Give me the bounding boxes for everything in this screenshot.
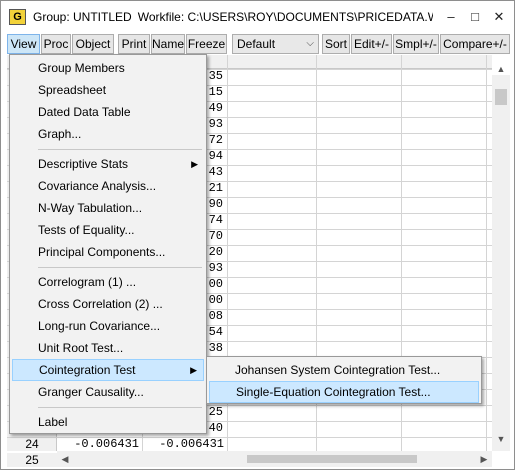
restore-button[interactable]: □ xyxy=(465,7,485,27)
horizontal-scrollbar[interactable]: ◀ ▶ xyxy=(57,451,492,467)
menu-item-correlogram[interactable]: Correlogram (1) ... xyxy=(12,271,204,293)
submenu-arrow-icon: ▶ xyxy=(190,365,197,375)
name-button[interactable]: Name xyxy=(151,34,185,54)
toolbar: View Proc Object Print Name Freeze Defau… xyxy=(7,34,510,55)
menu-item-tests-of-equality[interactable]: Tests of Equality... xyxy=(12,219,204,241)
compare-toggle-button[interactable]: Compare+/- xyxy=(440,34,510,54)
menu-item-covariance-analysis[interactable]: Covariance Analysis... xyxy=(12,175,204,197)
horizontal-scroll-thumb[interactable] xyxy=(247,455,417,463)
menu-item-cross-correlation[interactable]: Cross Correlation (2) ... xyxy=(12,293,204,315)
cointegration-submenu: Johansen System Cointegration Test... Si… xyxy=(206,356,482,404)
view-menu: Group Members Spreadsheet Dated Data Tab… xyxy=(9,54,207,434)
menu-item-group-members[interactable]: Group Members xyxy=(12,57,204,79)
sort-button[interactable]: Sort xyxy=(322,34,350,54)
row-number: 24 xyxy=(25,437,39,451)
menu-item-graph[interactable]: Graph... xyxy=(12,123,204,145)
row-number: 25 xyxy=(7,453,57,467)
grid-cell[interactable]: -0.006431 xyxy=(144,437,224,451)
menu-item-descriptive-stats[interactable]: Descriptive Stats ▶ xyxy=(12,153,204,175)
scroll-down-icon[interactable]: ▼ xyxy=(492,431,510,447)
menu-item-cointegration-test[interactable]: Cointegration Test ▶ xyxy=(12,359,204,381)
print-button[interactable]: Print xyxy=(118,34,150,54)
edit-toggle-button[interactable]: Edit+/- xyxy=(351,34,392,54)
title-bar[interactable]: G Group: UNTITLED Workfile: C:\USERS\ROY\… xyxy=(1,1,514,33)
menu-separator xyxy=(38,407,202,408)
menu-item-label: Descriptive Stats xyxy=(38,157,129,171)
menu-item-single-equation-cointegration[interactable]: Single-Equation Cointegration Test... xyxy=(209,381,479,403)
group-window: G Group: UNTITLED Workfile: C:\USERS\ROY\… xyxy=(0,0,515,470)
title-prefix: Group: UNTITLED xyxy=(33,10,132,24)
freeze-button[interactable]: Freeze xyxy=(186,34,227,54)
minimize-button[interactable]: – xyxy=(441,7,461,27)
menu-separator xyxy=(38,149,202,150)
object-button[interactable]: Object xyxy=(72,34,114,54)
menu-item-label: Cointegration Test xyxy=(39,363,136,377)
menu-separator xyxy=(38,267,202,268)
menu-item-granger-causality[interactable]: Granger Causality... xyxy=(12,381,204,403)
grid-divider xyxy=(486,55,487,451)
scroll-right-icon[interactable]: ▶ xyxy=(476,451,492,467)
view-button[interactable]: View xyxy=(7,34,40,54)
title-workfile: Workfile: C:\USERS\ROY\DOCUMENTS\PRICEDA… xyxy=(137,10,433,24)
chevron-down-icon: ⌵ xyxy=(306,38,314,49)
menu-item-label[interactable]: Label xyxy=(12,411,204,433)
menu-item-johansen-cointegration[interactable]: Johansen System Cointegration Test... xyxy=(209,359,479,381)
menu-item-unit-root-test[interactable]: Unit Root Test... xyxy=(12,337,204,359)
submenu-arrow-icon: ▶ xyxy=(191,159,198,169)
vertical-scrollbar[interactable]: ▲ ▼ xyxy=(492,64,510,451)
window-title: Group: UNTITLED Workfile: C:\USERS\ROY\DO… xyxy=(33,10,433,24)
menu-item-dated-data-table[interactable]: Dated Data Table xyxy=(12,101,204,123)
proc-button[interactable]: Proc xyxy=(41,34,71,54)
close-button[interactable]: ✕ xyxy=(489,7,509,27)
group-object-icon[interactable]: G xyxy=(9,9,26,25)
menu-item-spreadsheet[interactable]: Spreadsheet xyxy=(12,79,204,101)
menu-item-principal-components[interactable]: Principal Components... xyxy=(12,241,204,263)
menu-item-long-run-covariance[interactable]: Long-run Covariance... xyxy=(12,315,204,337)
scroll-left-icon[interactable]: ◀ xyxy=(57,451,73,467)
scroll-up-icon[interactable]: ▲ xyxy=(492,61,510,77)
display-format-select[interactable]: Default ⌵ xyxy=(232,34,319,54)
menu-item-n-way-tabulation[interactable]: N-Way Tabulation... xyxy=(12,197,204,219)
vertical-scroll-thumb[interactable] xyxy=(495,89,507,105)
grid-cell[interactable]: -0.006431 xyxy=(59,437,139,451)
sample-toggle-button[interactable]: Smpl+/- xyxy=(393,34,439,54)
display-format-value: Default xyxy=(237,37,276,51)
